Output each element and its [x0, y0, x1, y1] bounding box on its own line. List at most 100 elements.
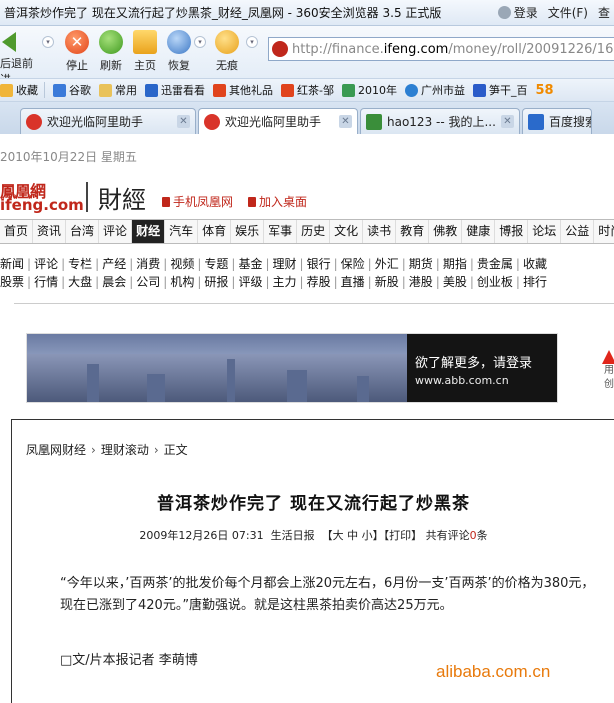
main-nav-item[interactable]: 公益: [561, 220, 595, 243]
sub-nav-item[interactable]: 排行: [523, 275, 547, 289]
sub-nav-item[interactable]: 创业板: [477, 275, 513, 289]
refresh-button[interactable]: 刷新: [94, 26, 128, 73]
close-tab-icon[interactable]: ✕: [177, 115, 190, 128]
fav-58[interactable]: 58: [535, 83, 553, 98]
sub-nav-item[interactable]: 产经: [102, 257, 126, 271]
sub-nav-item[interactable]: 荐股: [307, 275, 331, 289]
fav-2010[interactable]: 2010年: [341, 82, 397, 98]
privacy-dropdown-icon[interactable]: ▾: [246, 36, 258, 48]
breadcrumb-roll[interactable]: 理财滚动: [101, 443, 149, 457]
sub-nav-item[interactable]: 新闻: [0, 257, 24, 271]
tab-baidu[interactable]: 百度搜索: [522, 108, 592, 134]
sub-nav-item[interactable]: 基金: [238, 257, 262, 271]
sub-nav-item[interactable]: 评论: [34, 257, 58, 271]
sub-nav-item[interactable]: 期货: [409, 257, 433, 271]
main-nav-item[interactable]: 论坛: [528, 220, 562, 243]
main-nav-item[interactable]: 娱乐: [231, 220, 265, 243]
sub-nav-item[interactable]: 外汇: [375, 257, 399, 271]
main-nav-item[interactable]: 佛教: [429, 220, 463, 243]
sub-nav-item[interactable]: 消费: [136, 257, 160, 271]
sub-nav-item[interactable]: 新股: [375, 275, 399, 289]
sub-nav-item[interactable]: 公司: [136, 275, 160, 289]
sub-nav-item[interactable]: 股票: [0, 275, 24, 289]
sub-nav-item[interactable]: 主力: [273, 275, 297, 289]
view-menu[interactable]: 查: [598, 4, 610, 21]
section-title[interactable]: 財經: [98, 180, 146, 215]
main-nav-item[interactable]: 资讯: [33, 220, 67, 243]
sub-nav-item[interactable]: 直播: [341, 275, 365, 289]
font-size-controls[interactable]: 【大 中 小】: [322, 529, 384, 542]
site-favicon-icon: [272, 41, 288, 57]
main-nav-item[interactable]: 历史: [297, 220, 331, 243]
sub-nav-item[interactable]: 大盘: [68, 275, 92, 289]
privacy-button[interactable]: 无痕: [210, 26, 244, 73]
sub-nav-item[interactable]: 机构: [170, 275, 194, 289]
stop-button[interactable]: ✕ 停止: [60, 26, 94, 73]
restore-dropdown-icon[interactable]: ▾: [194, 36, 206, 48]
main-nav-item[interactable]: 首页: [0, 220, 34, 243]
main-nav-item[interactable]: 财经: [132, 220, 166, 243]
ad-text-panel: 欲了解更多，请登录 www.abb.com.cn: [407, 334, 557, 402]
breadcrumb-finance[interactable]: 凤凰网财经: [26, 443, 86, 457]
home-button[interactable]: 主页: [128, 26, 162, 73]
main-nav-item[interactable]: 汽车: [165, 220, 199, 243]
main-nav-item[interactable]: 台湾: [66, 220, 100, 243]
address-bar[interactable]: http://finance.ifeng.com/money/roll/2009…: [268, 37, 614, 61]
ad-url[interactable]: www.abb.com.cn: [415, 374, 509, 387]
add-desktop-link[interactable]: 加入桌面: [248, 193, 307, 210]
main-nav-item[interactable]: 军事: [264, 220, 298, 243]
page-icon: [341, 83, 355, 97]
mobile-site-link[interactable]: 手机凤凰网: [162, 193, 233, 210]
main-nav-item[interactable]: 文化: [330, 220, 364, 243]
browser-title-bar: 普洱茶炒作完了 现在又流行起了炒黑茶_财经_凤凰网 - 360安全浏览器 3.5…: [0, 0, 614, 26]
main-nav-item[interactable]: 读书: [363, 220, 397, 243]
main-nav-item[interactable]: 教育: [396, 220, 430, 243]
login-button[interactable]: 登录: [497, 4, 538, 21]
sub-nav-item[interactable]: 评级: [238, 275, 262, 289]
fav-xunlei[interactable]: 迅雷看看: [145, 82, 205, 98]
sub-nav-item[interactable]: 专栏: [68, 257, 92, 271]
close-tab-icon[interactable]: ✕: [501, 115, 514, 128]
print-link[interactable]: 【打印】: [384, 529, 423, 542]
sub-nav-item[interactable]: 收藏: [523, 257, 547, 271]
fav-gifts[interactable]: 其他礼品: [213, 82, 273, 98]
main-nav-item[interactable]: 评论: [99, 220, 133, 243]
abb-banner-ad[interactable]: 欲了解更多，请登录 www.abb.com.cn: [26, 333, 558, 403]
nav-separator: |: [129, 275, 134, 289]
fav-collect[interactable]: 收藏: [0, 82, 45, 98]
fav-common[interactable]: 常用: [99, 82, 137, 98]
comments-link[interactable]: 共有评论0条: [426, 529, 488, 542]
nav-separator: |: [61, 257, 66, 271]
main-nav-item[interactable]: 博报: [495, 220, 529, 243]
sub-nav-item[interactable]: 保险: [341, 257, 365, 271]
main-nav-item[interactable]: 体育: [198, 220, 232, 243]
sub-nav-item[interactable]: 研报: [204, 275, 228, 289]
file-menu[interactable]: 文件(F): [548, 4, 588, 21]
close-tab-icon[interactable]: ✕: [339, 115, 352, 128]
fav-google[interactable]: 谷歌: [53, 82, 91, 98]
sub-nav-item[interactable]: 美股: [443, 275, 467, 289]
abb-side-ad[interactable]: 用 创: [600, 350, 614, 400]
nav-separator: |: [333, 275, 338, 289]
tab-hao123[interactable]: hao123 -- 我的上... ✕: [360, 108, 520, 134]
restore-button[interactable]: 恢复: [162, 26, 196, 73]
tab-alibaba-1[interactable]: 欢迎光临阿里助手 ✕: [20, 108, 196, 134]
sub-nav-item[interactable]: 银行: [307, 257, 331, 271]
fav-bamboo[interactable]: 笋干_百: [472, 82, 527, 98]
main-nav-item[interactable]: 时尚: [594, 220, 614, 243]
sub-nav-item[interactable]: 贵金属: [477, 257, 513, 271]
sub-nav-item[interactable]: 专题: [204, 257, 228, 271]
sub-nav-item[interactable]: 视频: [170, 257, 194, 271]
sub-nav-item[interactable]: 港股: [409, 275, 433, 289]
tab-alibaba-2[interactable]: 欢迎光临阿里助手 ✕: [198, 108, 358, 134]
sub-nav-item[interactable]: 理财: [273, 257, 297, 271]
fav-guangzhou[interactable]: 广州市益: [404, 82, 465, 98]
sub-nav-item[interactable]: 行情: [34, 275, 58, 289]
history-dropdown-icon[interactable]: ▾: [42, 36, 54, 48]
address-url[interactable]: http://finance.ifeng.com/money/roll/2009…: [292, 42, 614, 57]
ifeng-logo-en[interactable]: ifeng.com: [0, 196, 84, 214]
sub-nav-item[interactable]: 期指: [443, 257, 467, 271]
fav-redtea[interactable]: 红茶-邹: [281, 82, 334, 98]
main-nav-item[interactable]: 健康: [462, 220, 496, 243]
sub-nav-item[interactable]: 晨会: [102, 275, 126, 289]
